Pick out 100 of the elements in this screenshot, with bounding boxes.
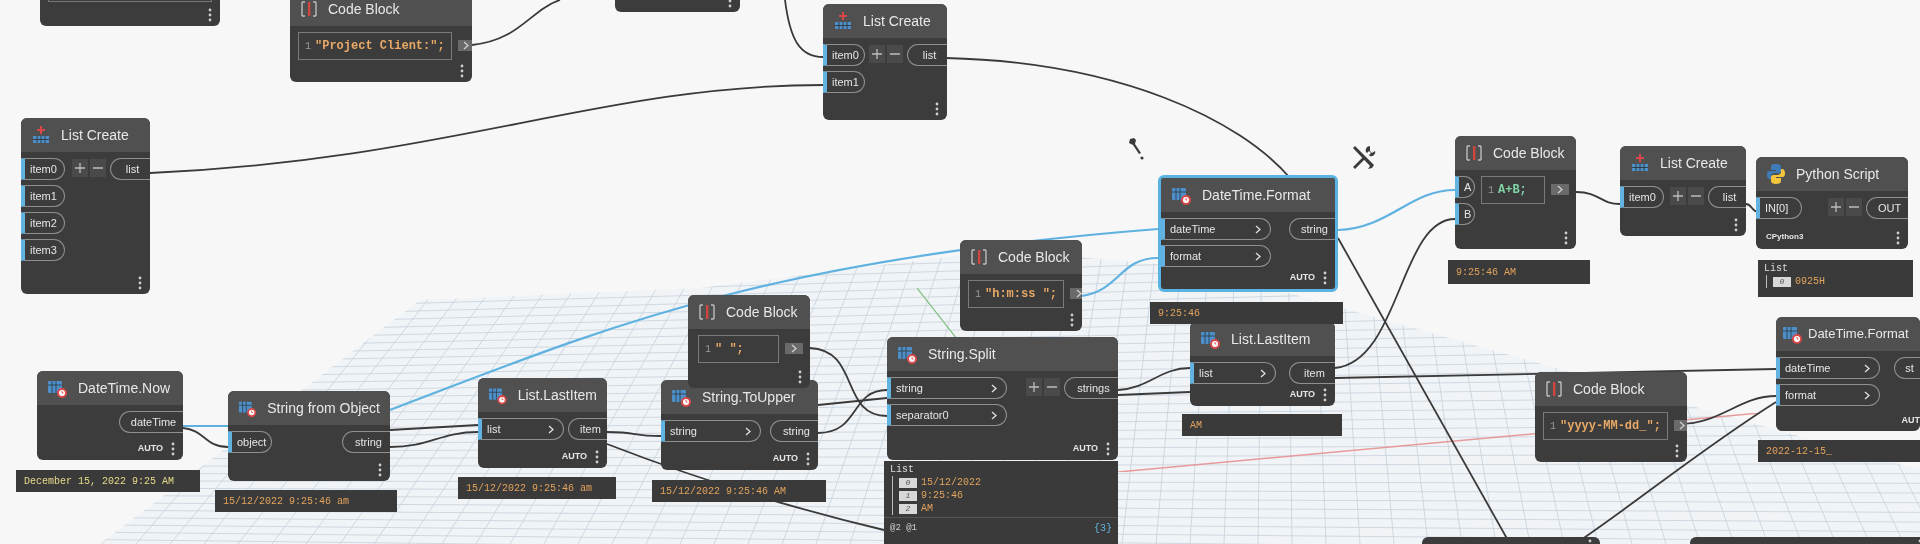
code-editor[interactable]: 1 A+B;: [1481, 176, 1545, 204]
code-editor[interactable]: 1 "h:m:ss ";: [968, 280, 1065, 308]
menu-icon[interactable]: [171, 442, 175, 456]
code-editor[interactable]: 1 "yyyy-MM-dd_";: [1543, 412, 1668, 440]
list-levels: @2 @1: [890, 521, 917, 535]
node-header[interactable]: List.LastItem: [1190, 322, 1335, 356]
node-header[interactable]: DateTime.Now: [37, 371, 183, 405]
node-header[interactable]: DateTime.Format: [1161, 178, 1335, 212]
menu-icon[interactable]: [806, 452, 810, 466]
input-port[interactable]: item0: [823, 44, 865, 66]
output-port[interactable]: [457, 40, 472, 51]
add-input-button[interactable]: [72, 159, 88, 177]
node-card[interactable]: [40, 0, 220, 26]
output-port[interactable]: [1551, 184, 1569, 195]
input-port[interactable]: dateTime: [1161, 218, 1271, 240]
node-header[interactable]: Code Block: [688, 295, 810, 329]
node-header[interactable]: List Create: [21, 118, 150, 152]
input-port[interactable]: string: [661, 420, 761, 442]
node-card[interactable]: Code Block A B 1 A+B;: [1455, 136, 1576, 249]
list-add-icon: [833, 11, 853, 31]
menu-icon[interactable]: [1323, 388, 1327, 402]
add-input-button[interactable]: [1026, 378, 1042, 396]
add-input-button[interactable]: [1828, 198, 1844, 216]
menu-icon[interactable]: [1896, 231, 1900, 245]
remove-input-button[interactable]: [887, 45, 903, 63]
node-card[interactable]: Code Block 1 "yyyy-MM-dd_";: [1535, 372, 1687, 462]
node-header[interactable]: String from Object: [228, 391, 390, 425]
input-port[interactable]: item1: [21, 185, 65, 207]
node-card[interactable]: DateTime.Format dateTime format string AUTO: [1158, 175, 1338, 292]
node-card[interactable]: DateTime.Now dateTime AUTO: [37, 371, 183, 460]
input-port[interactable]: item0: [21, 158, 65, 180]
add-input-button[interactable]: [1670, 187, 1686, 205]
input-port[interactable]: A: [1455, 176, 1475, 198]
menu-icon[interactable]: [460, 64, 464, 78]
node-card[interactable]: String.Split string separator0 strings AUTO: [887, 337, 1118, 460]
wire: [606, 431, 662, 437]
node-card[interactable]: Code Block 1 " ";: [688, 295, 810, 388]
code-editor[interactable]: 1 " ";: [698, 335, 779, 363]
menu-icon[interactable]: [138, 276, 142, 290]
node-header[interactable]: Code Block: [1535, 372, 1687, 406]
node-header[interactable]: String.Split: [887, 337, 1118, 371]
input-port[interactable]: item0: [1620, 186, 1664, 208]
node-card[interactable]: Code Block 1 "Project Client:";: [290, 0, 472, 82]
node-header[interactable]: Code Block: [290, 0, 472, 26]
list-index: 1: [899, 490, 917, 501]
input-port[interactable]: list: [478, 418, 564, 440]
input-port[interactable]: object: [228, 431, 272, 453]
menu-icon[interactable]: [798, 370, 802, 384]
menu-icon[interactable]: [1106, 442, 1110, 456]
input-port[interactable]: format: [1161, 245, 1271, 267]
input-port[interactable]: item1: [823, 71, 865, 93]
node-header[interactable]: List.LastItem: [478, 378, 607, 412]
remove-input-button[interactable]: [90, 159, 106, 177]
code-text: "h:m:ss ";: [985, 286, 1058, 303]
node-card[interactable]: List Create item0 list: [1620, 146, 1746, 236]
input-port[interactable]: item2: [21, 212, 65, 234]
menu-icon[interactable]: [378, 463, 382, 477]
node-card[interactable]: List Create item0 item1 list: [823, 4, 947, 120]
node-card[interactable]: Code Block 1 "h:m:ss ";: [960, 240, 1082, 331]
wire: [1575, 191, 1621, 205]
node-card[interactable]: List Create item0 item1 item2 item3 list: [21, 118, 150, 294]
node-header[interactable]: Python Script: [1756, 157, 1908, 191]
remove-input-button[interactable]: [1688, 187, 1704, 205]
node-header[interactable]: List Create: [1620, 146, 1746, 180]
input-port[interactable]: B: [1455, 203, 1475, 225]
node-card[interactable]: List.LastItem list item AUTO: [478, 378, 607, 468]
input-port[interactable]: list: [1190, 362, 1276, 384]
node-title: String.ToUpper: [702, 387, 796, 407]
menu-icon[interactable]: [595, 450, 599, 464]
input-port[interactable]: dateTime: [1776, 357, 1880, 379]
menu-icon[interactable]: [208, 8, 212, 22]
code-editor[interactable]: 1 "Project Client:";: [298, 32, 452, 60]
node-card[interactable]: DateTime.Format dateTime format st AUT: [1776, 317, 1920, 431]
node-header[interactable]: List Create: [823, 4, 947, 38]
input-port[interactable]: string: [887, 377, 1007, 399]
add-input-button[interactable]: [869, 45, 885, 63]
output-port[interactable]: [1673, 420, 1687, 431]
node-card[interactable]: Python Script IN[0] OUT CPython3: [1756, 157, 1908, 249]
node-header[interactable]: DateTime.Format: [1776, 317, 1920, 351]
node-card[interactable]: String from Object object string: [228, 391, 390, 481]
input-port[interactable]: item3: [21, 239, 65, 261]
remove-input-button[interactable]: [1846, 198, 1862, 216]
menu-icon[interactable]: [1070, 313, 1074, 327]
menu-icon[interactable]: [1675, 444, 1679, 458]
remove-input-button[interactable]: [1044, 378, 1060, 396]
node-header[interactable]: Code Block: [1455, 136, 1576, 170]
input-port[interactable]: separator0: [887, 404, 1007, 426]
list-add-icon: [1630, 153, 1650, 173]
menu-icon[interactable]: [1564, 231, 1568, 245]
output-port[interactable]: [785, 343, 803, 354]
menu-icon[interactable]: [1323, 271, 1327, 285]
menu-icon[interactable]: [1734, 218, 1738, 232]
menu-icon[interactable]: [935, 102, 939, 116]
node-header[interactable]: Code Block: [960, 240, 1082, 274]
input-port[interactable]: IN[0]: [1756, 197, 1802, 219]
node-card[interactable]: List.LastItem list item AUTO: [1190, 322, 1335, 406]
plus-icon: [74, 162, 86, 174]
node-card[interactable]: String.ToUpper string string AUTO: [661, 380, 818, 470]
node-title: String.Split: [928, 344, 996, 364]
input-port[interactable]: format: [1776, 384, 1880, 406]
